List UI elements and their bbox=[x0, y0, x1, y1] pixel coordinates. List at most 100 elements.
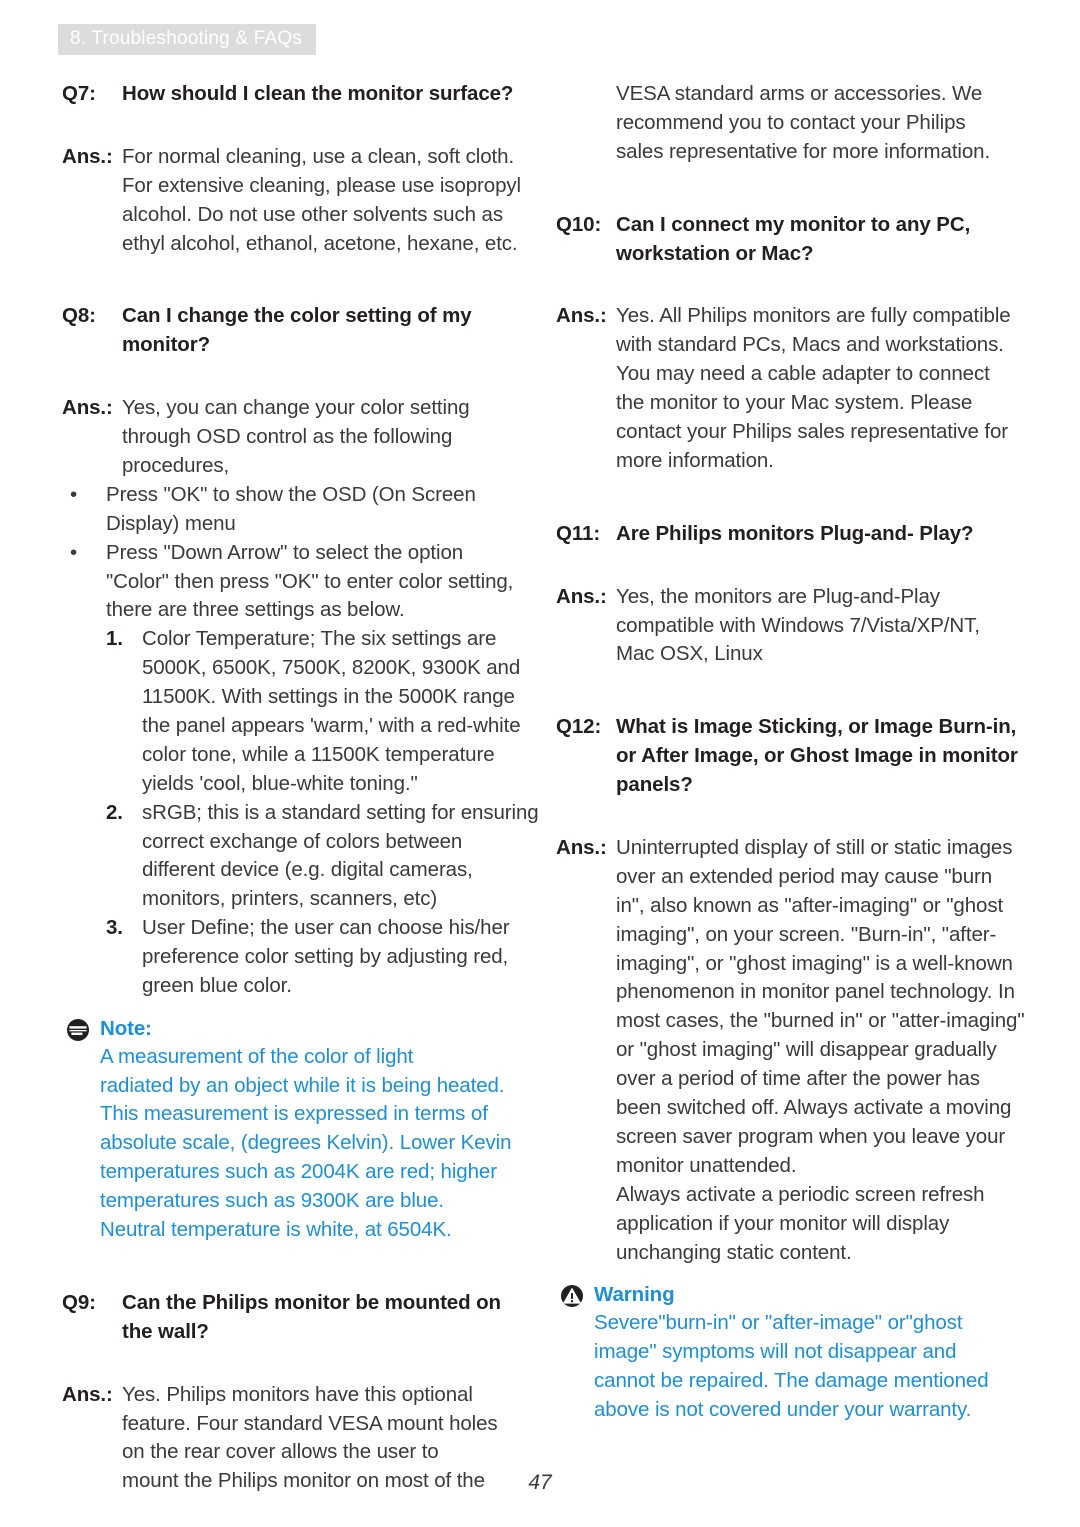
q7-answer-tag: Ans.: bbox=[62, 144, 113, 168]
text-line: the panel appears 'warm,' with a red-whi… bbox=[142, 714, 521, 738]
text-line: A measurement of the color of light bbox=[100, 1044, 414, 1068]
q10-answer-tag: Ans.: bbox=[556, 304, 607, 328]
list-item: • Press "Down Arrow" to select the optio… bbox=[70, 539, 532, 626]
text-line: Always activate a periodic screen refres… bbox=[616, 1182, 985, 1206]
note-callout: Note: A measurement of the color of ligh… bbox=[62, 1015, 532, 1245]
text-line: most cases, the "burned in" or "atter-im… bbox=[616, 1009, 1025, 1033]
q7-answer-line: Ans.: For normal cleaning, use a clean, … bbox=[62, 143, 532, 259]
q8-answer-line: Ans.: Yes, you can change your color set… bbox=[62, 394, 532, 481]
text-line: Severe"burn-in" or "after-image" or"ghos… bbox=[594, 1311, 963, 1335]
text-line: Yes. All Philips monitors are fully comp… bbox=[616, 304, 1011, 328]
list-text: sRGB; this is a standard setting for ens… bbox=[142, 799, 539, 915]
text-line: "Color" then press "OK" to enter color s… bbox=[106, 569, 514, 593]
q11-tag: Q11: bbox=[556, 521, 601, 545]
q12-answer-text: Uninterrupted display of still or static… bbox=[616, 834, 1026, 1267]
q9-tag: Q9: bbox=[62, 1290, 96, 1314]
text-line: application if your monitor will display bbox=[616, 1211, 950, 1235]
faq-q7: Q7: How should I clean the monitor surfa… bbox=[62, 80, 532, 258]
bullet-text: Press "Down Arrow" to select the option … bbox=[106, 539, 532, 626]
q9-answer-tag: Ans.: bbox=[62, 1382, 113, 1406]
text-line: or After Image, or Ghost Image in monito… bbox=[616, 744, 1018, 768]
warning-body: Severe"burn-in" or "after-image" or"ghos… bbox=[594, 1309, 1026, 1425]
text-line: contact your Philips sales representativ… bbox=[616, 420, 1009, 444]
text-line: compatible with Windows 7/Vista/XP/NT, bbox=[616, 613, 980, 637]
text-line: there are three settings as below. bbox=[106, 598, 405, 622]
list-item: 1. Color Temperature; The six settings a… bbox=[106, 625, 532, 798]
text-line: Press "OK" to show the OSD (On Screen bbox=[106, 482, 476, 506]
q10-tag: Q10: bbox=[556, 212, 602, 236]
q10-answer-text: Yes. All Philips monitors are fully comp… bbox=[616, 302, 1026, 475]
text-line: absolute scale, (degrees Kelvin). Lower … bbox=[100, 1131, 512, 1155]
list-item: • Press "OK" to show the OSD (On Screen … bbox=[70, 481, 532, 539]
faq-q11: Q11: Are Philips monitors Plug-and- Play… bbox=[556, 520, 1026, 670]
chapter-header-label: 8. Troubleshooting & FAQs bbox=[70, 28, 303, 49]
text-line: Neutral temperature is white, at 6504K. bbox=[100, 1217, 452, 1241]
q8-answer-text: Yes, you can change your color setting t… bbox=[122, 394, 532, 481]
text-line: correct exchange of colors between bbox=[142, 829, 463, 853]
list-item: 3. User Define; the user can choose his/… bbox=[106, 914, 532, 1001]
q11-question-text: Are Philips monitors Plug-and- Play? bbox=[616, 520, 1026, 549]
text-line: preference color setting by adjusting re… bbox=[142, 945, 509, 969]
text-line: workstation or Mac? bbox=[616, 241, 814, 265]
q10-question-text: Can I connect my monitor to any PC, work… bbox=[616, 211, 1026, 269]
warning-callout: Warning Severe"burn-in" or "after-image"… bbox=[556, 1281, 1026, 1424]
q9-question-line: Q9: Can the Philips monitor be mounted o… bbox=[62, 1289, 532, 1347]
list-item: 2. sRGB; this is a standard setting for … bbox=[106, 799, 539, 915]
text-line: temperatures such as 2004K are red; high… bbox=[100, 1160, 497, 1184]
text-line: imaging", or "ghost imaging" is a well-k… bbox=[616, 951, 1013, 975]
right-column: VESA standard arms or accessories. We re… bbox=[556, 80, 1026, 1496]
text-line: alcohol. Do not use other solvents such … bbox=[122, 202, 503, 226]
q7-question-line: Q7: How should I clean the monitor surfa… bbox=[62, 80, 532, 109]
text-line: Yes, you can change your color setting bbox=[122, 396, 470, 420]
note-body: A measurement of the color of light radi… bbox=[100, 1043, 532, 1245]
warning-title: Warning bbox=[594, 1283, 675, 1307]
q9-answer-continuation-text: VESA standard arms or accessories. We re… bbox=[616, 80, 1026, 167]
text-line: Yes. Philips monitors have this optional bbox=[122, 1382, 473, 1406]
q8-tag: Q8: bbox=[62, 304, 96, 328]
q10-question-line: Q10: Can I connect my monitor to any PC,… bbox=[556, 211, 1026, 269]
text-line: procedures, bbox=[122, 454, 230, 478]
q8-numbered-list: 1. Color Temperature; The six settings a… bbox=[62, 625, 539, 1001]
text-line: Can I change the color setting of my bbox=[122, 304, 472, 328]
text-line: Yes, the monitors are Plug-and-Play bbox=[616, 584, 940, 608]
faq-q9: Q9: Can the Philips monitor be mounted o… bbox=[62, 1289, 532, 1496]
text-line: sRGB; this is a standard setting for ens… bbox=[142, 800, 539, 824]
q7-tag: Q7: bbox=[62, 82, 96, 105]
text-line: panels? bbox=[616, 773, 693, 797]
text-line: over a period of time after the power ha… bbox=[616, 1067, 980, 1091]
text-line: with standard PCs, Macs and workstations… bbox=[616, 333, 1004, 357]
text-line: the monitor to your Mac system. Please bbox=[616, 391, 973, 415]
q10-answer-line: Ans.: Yes. All Philips monitors are full… bbox=[556, 302, 1026, 475]
list-number: 3. bbox=[106, 916, 123, 940]
q11-question-line: Q11: Are Philips monitors Plug-and- Play… bbox=[556, 520, 1026, 549]
text-line: more information. bbox=[616, 448, 774, 472]
text-line: This measurement is expressed in terms o… bbox=[100, 1102, 488, 1126]
q12-answer-tag: Ans.: bbox=[556, 836, 607, 860]
faq-q8: Q8: Can I change the color setting of my… bbox=[62, 302, 539, 1245]
text-line: unchanging static content. bbox=[616, 1240, 852, 1264]
page-number: 47 bbox=[528, 1471, 552, 1494]
bullet-text: Press "OK" to show the OSD (On Screen Di… bbox=[106, 481, 532, 539]
text-line: in", also known as "after-imaging" or "g… bbox=[616, 893, 1004, 917]
text-line: For normal cleaning, use a clean, soft c… bbox=[122, 144, 515, 168]
text-line: monitors, printers, scanners, etc) bbox=[142, 887, 438, 911]
q8-answer-tag: Ans.: bbox=[62, 396, 113, 420]
faq-q10: Q10: Can I connect my monitor to any PC,… bbox=[556, 211, 1026, 476]
text-line: different device (e.g. digital cameras, bbox=[142, 858, 473, 882]
q8-bullet-list: • Press "OK" to show the OSD (On Screen … bbox=[62, 481, 532, 625]
text-line: Mac OSX, Linux bbox=[616, 642, 763, 666]
q7-question-text: How should I clean the monitor surface? bbox=[122, 82, 514, 105]
list-number: 2. bbox=[106, 800, 123, 824]
text-line: User Define; the user can choose his/her bbox=[142, 916, 510, 940]
q8-question-text: Can I change the color setting of my mon… bbox=[122, 302, 532, 360]
q12-question-line: Q12: What is Image Sticking, or Image Bu… bbox=[556, 713, 1026, 800]
text-line: on the rear cover allows the user to bbox=[122, 1440, 439, 1464]
text-line: feature. Four standard VESA mount holes bbox=[122, 1411, 498, 1435]
